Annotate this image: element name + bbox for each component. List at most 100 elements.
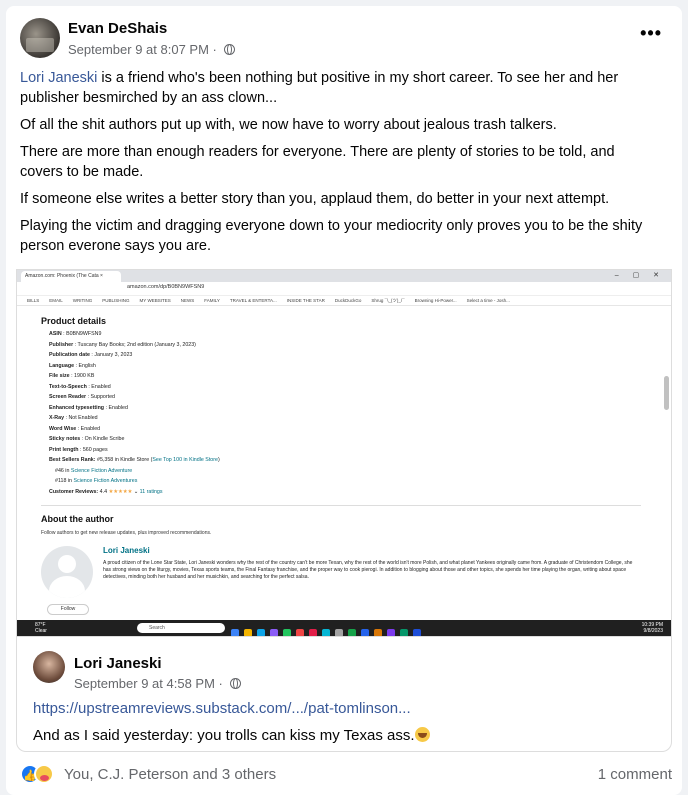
mention-link[interactable]: Lori Janeski [20,70,97,86]
clock-date: 9/8/2023 [643,628,663,634]
detail-value: Enabled [91,383,111,390]
taskbar-app-icons [231,624,426,636]
bookmark-item: NEWS [180,298,195,303]
post-body: Lori Janeski is a friend who's been noth… [20,68,660,263]
app-icon [257,629,265,636]
detail-row: Publisher : Tuscany Bay Books; 2nd editi… [41,342,641,353]
shared-author-name[interactable]: Lori Janeski [74,655,162,672]
window-controls: – ▢ ✕ [614,272,665,279]
bookmark-item: INSIDE THE STAR [286,298,325,303]
bookmarks-bar: BILLS EMAIL WRITING PUBLISHING MY WEBSITES NE… [17,296,671,306]
post-footer: 👍 You, C.J. Peterson and 3 others 1 comm… [20,764,672,786]
detail-row: Sticky notes : On Kindle Scribe [41,436,641,447]
follow-button: Follow [47,604,89,615]
app-icon [283,629,291,636]
url-text: amazon.com/dp/B0BN9WFSN9 [127,284,205,290]
rank-sub-category: Science Fiction Adventure [70,467,133,474]
detail-label: Text-to-Speech [49,383,87,390]
detail-label: Enhanced typesetting [49,404,105,411]
laughing-emoji-icon [414,727,430,742]
author-avatar[interactable] [20,18,60,58]
app-icon [335,629,343,636]
detail-value: B0BN9WFSN9 [66,331,102,337]
globe-icon [223,44,235,55]
shared-author-avatar[interactable] [33,651,65,683]
detail-label: Publication date [49,352,90,358]
details-list: ASIN : B0BN9WFSN9 Publisher : Tuscany Bay… [41,331,641,457]
comments-count[interactable]: 1 comment [598,766,672,783]
detail-row: File size : 1900 KB [41,373,641,384]
divider [41,505,641,506]
attached-screenshot[interactable]: Amazon.com: Phoenix (The Cata × – ▢ ✕ am… [16,269,672,637]
author-card: Lori Janeski A proud citizen of the Lone… [41,546,641,616]
detail-label: Screen Reader [49,394,87,400]
app-icon [400,629,408,636]
weather-widget: 87°F Clear [35,622,47,634]
reactions-summary[interactable]: You, C.J. Peterson and 3 others [64,766,276,783]
detail-label: File size [49,373,70,379]
post-paragraph: Lori Janeski is a friend who's been noth… [20,68,660,108]
detail-value: Supported [90,394,115,400]
post-paragraph: If someone else writes a better story th… [20,191,610,207]
care-reaction-icon[interactable] [34,764,54,784]
bookmark-item: Shrug ¯\_(ツ)_/¯ [371,298,405,303]
bookmark-item: FAMILY [204,298,220,303]
detail-row: X-Ray : Not Enabled [41,415,641,426]
follow-note: Follow authors to get new release update… [41,530,212,536]
shared-text: And as I said yesterday: you trolls can … [33,727,430,744]
windows-taskbar: 87°F Clear Search 10:39 PM 9/8/2023 [17,620,671,636]
app-icon [413,629,421,636]
shared-meta: September 9 at 4:58 PM · [74,676,241,691]
browser-tabbar: Amazon.com: Phoenix (The Cata × – ▢ ✕ [17,270,671,282]
detail-value: Tuscany Bay Books; 2nd edition (January … [77,341,196,348]
detail-value: On Kindle Scribe [84,436,125,442]
shared-text-body: And as I said yesterday: you trolls can … [33,727,415,744]
rank-link: See Top 100 in Kindle Store [152,457,218,463]
post-timestamp[interactable]: September 9 at 8:07 PM [68,42,209,57]
detail-label: X-Ray [49,415,65,421]
detail-value: Enabled [108,404,128,411]
detail-value: Not Enabled [68,415,98,421]
bookmark-item: PUBLISHING [102,298,130,303]
shared-timestamp[interactable]: September 9 at 4:58 PM [74,676,215,691]
detail-row: Word Wise : Enabled [41,426,641,437]
detail-value: January 3, 2023 [94,352,133,358]
reviews-label: Customer Reviews: [49,488,99,495]
bookmark-item: Select a time - Josh... [466,298,510,303]
amazon-author-name: Lori Janeski [103,546,150,555]
app-icon [309,629,317,636]
rank-sub-num: #46 in [55,467,71,474]
post-author-name[interactable]: Evan DeShais [68,20,167,37]
bookmark-item: TRAVEL & ENTERTA... [229,298,277,303]
app-icon [231,629,239,636]
detail-row: Publication date : January 3, 2023 [41,352,641,363]
shared-link[interactable]: https://upstreamreviews.substack.com/...… [33,700,411,717]
bookmark-item: BILLS [27,298,40,303]
detail-label: Print length [49,446,79,453]
bookmark-item: WRITING [72,298,93,303]
meta-separator: · [218,676,223,691]
post-meta: September 9 at 8:07 PM · [68,42,235,57]
detail-row: Print length : 560 pages [41,447,641,458]
bookmark-item: MY WEBSITES [139,298,171,303]
detail-row: Enhanced typesetting : Enabled [41,405,641,416]
more-options-icon[interactable]: ••• [640,24,662,42]
detail-label: Sticky notes [49,436,81,442]
globe-icon [229,678,241,689]
reviews-score: 4.4 [99,488,108,495]
app-icon [374,629,382,636]
bookmark-item: DuckDuckGo [334,298,362,303]
app-icon [361,629,369,636]
detail-value: 1900 KB [74,373,95,379]
rank-close: ) [217,457,220,463]
detail-label: Language [49,362,75,369]
taskbar-search: Search [137,623,225,633]
app-icon [387,629,395,636]
detail-value: English [78,362,96,369]
rank-sub-category: Science Fiction Adventures [73,478,138,484]
post-paragraph: There are more than enough readers for e… [20,144,615,180]
meta-separator: · [212,42,217,57]
detail-value: 560 pages [82,446,108,453]
amazon-content: Product details ASIN : B0BN9WFSN9 Publish… [41,316,641,616]
detail-label: ASIN [49,331,62,337]
